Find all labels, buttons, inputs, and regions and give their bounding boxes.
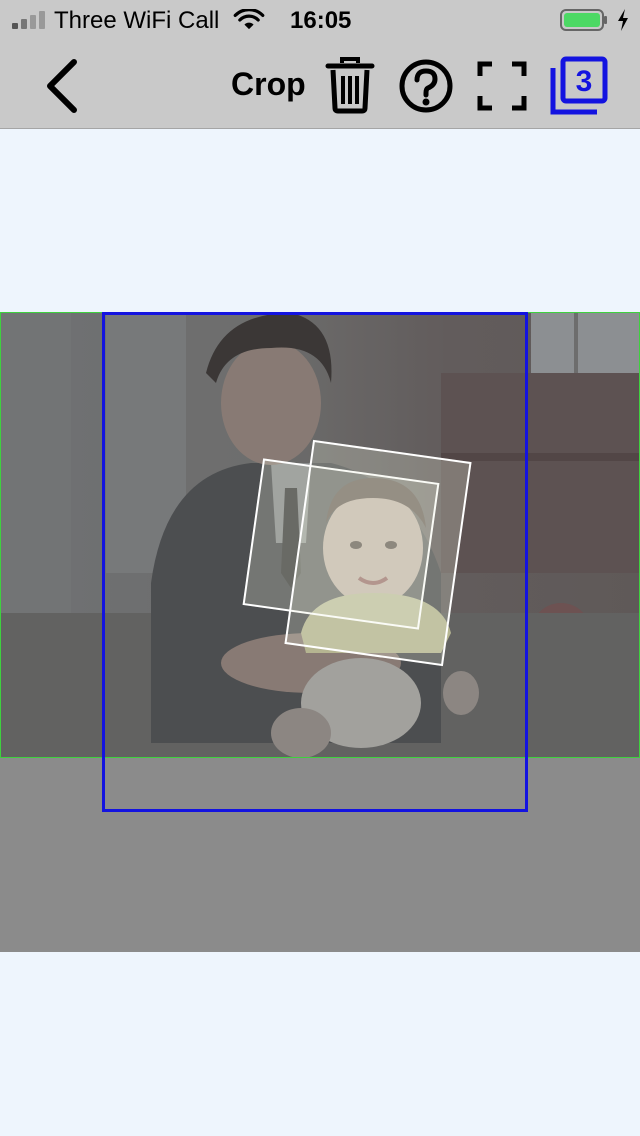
lightning-icon <box>618 9 628 31</box>
face-patch[interactable] <box>284 439 472 667</box>
page-title: Crop <box>231 66 306 102</box>
question-circle-icon[interactable] <box>398 58 454 114</box>
layers-icon[interactable]: 3 <box>549 56 609 116</box>
wifi-icon <box>233 9 265 30</box>
chevron-left-icon[interactable] <box>36 56 88 116</box>
nav-bar: Crop 3 <box>0 40 640 129</box>
status-time: 16:05 <box>290 7 352 34</box>
status-bar: Three WiFi Call 16:05 <box>0 0 640 40</box>
trash-icon[interactable] <box>323 56 377 114</box>
battery-icon <box>560 9 607 31</box>
carrier-name: Three WiFi Call <box>54 7 220 34</box>
signal-icon <box>12 11 48 29</box>
layers-badge: 3 <box>576 65 593 98</box>
fullscreen-icon[interactable] <box>476 60 528 112</box>
